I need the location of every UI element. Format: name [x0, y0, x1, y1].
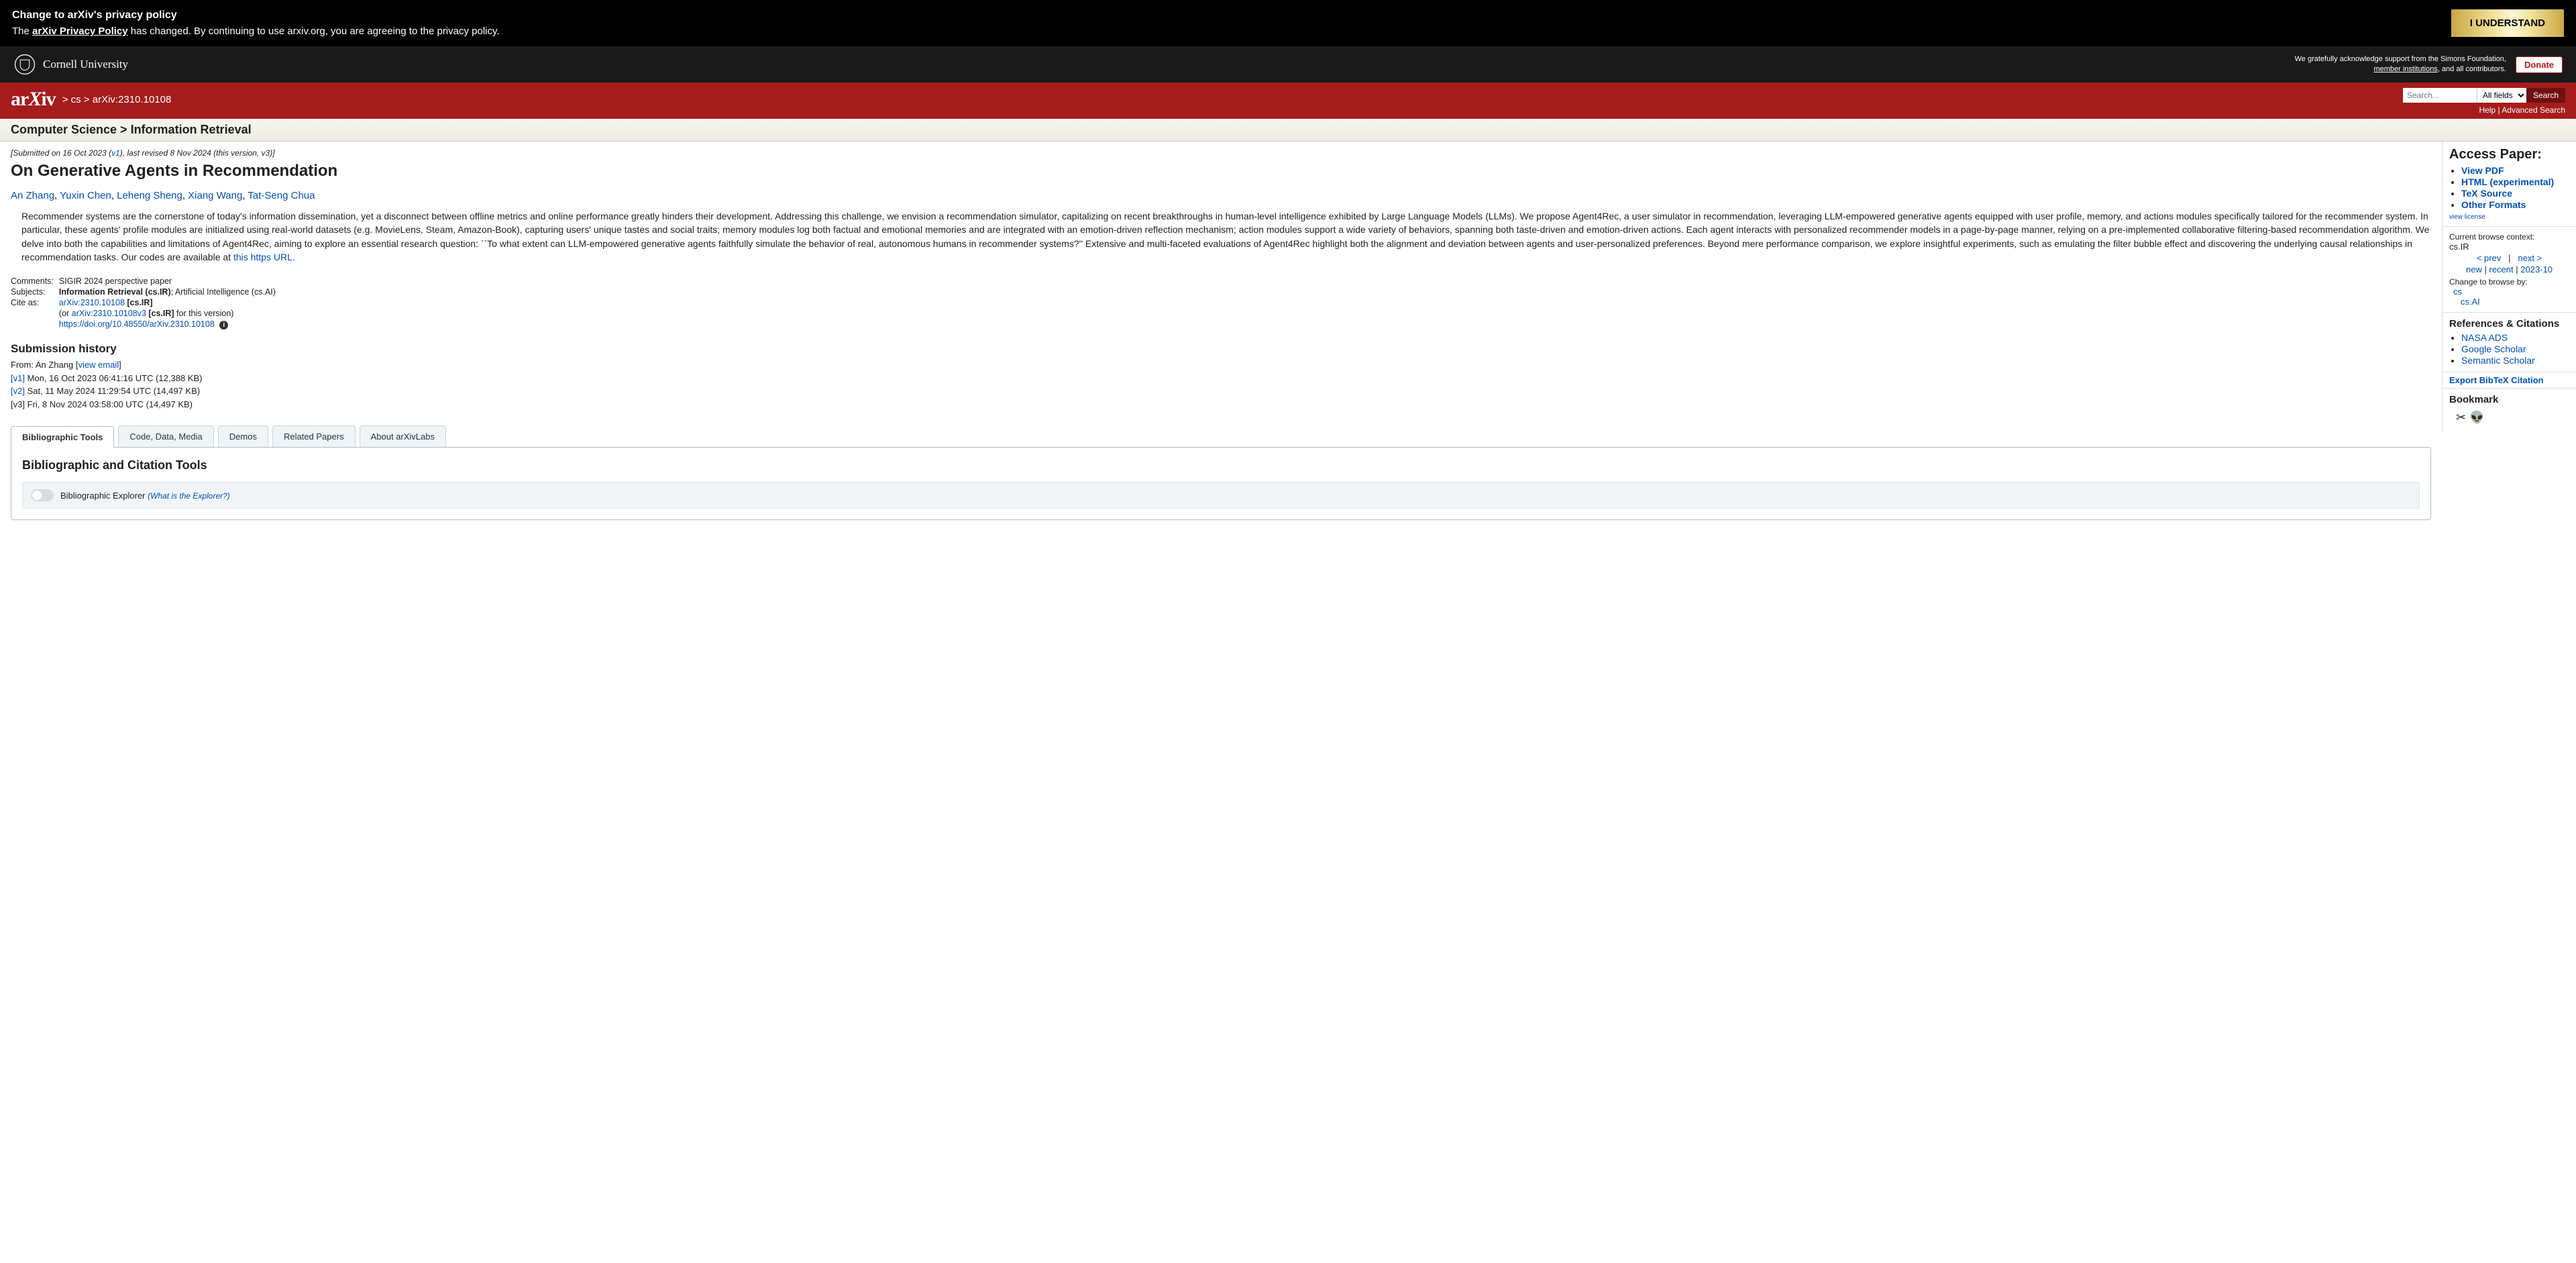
view-email-link[interactable]: view email — [78, 360, 119, 370]
breadcrumb: > cs > arXiv:2310.10108 — [62, 94, 172, 105]
advanced-search-link[interactable]: Advanced Search — [2502, 105, 2565, 115]
submission-history: From: An Zhang [view email] [v1] Mon, 16… — [11, 358, 2431, 411]
doi-link[interactable]: https://doi.org/10.48550/arXiv.2310.1010… — [59, 319, 215, 329]
breadcrumb-id: arXiv:2310.10108 — [93, 94, 172, 105]
help-link[interactable]: Help — [2479, 105, 2496, 115]
submission-history-heading: Submission history — [11, 342, 2431, 356]
tab-about-arxivlabs[interactable]: About arXivLabs — [360, 425, 446, 447]
references-section: References & Citations NASA ADS Google S… — [2443, 313, 2576, 372]
bibliographic-explorer-toggle[interactable] — [31, 489, 54, 501]
arxiv-bar: arXiv > cs > arXiv:2310.10108 All fields… — [0, 83, 2576, 119]
what-is-explorer-link[interactable]: (What is the Explorer?) — [148, 491, 230, 501]
search-field-select[interactable]: All fields — [2477, 88, 2526, 103]
browse-cs-link[interactable]: cs — [2453, 287, 2462, 297]
content: [Submitted on 16 Oct 2023 (v1), last rev… — [0, 142, 2442, 527]
google-scholar-link[interactable]: Google Scholar — [2461, 344, 2526, 354]
view-pdf-link[interactable]: View PDF — [2461, 165, 2504, 176]
tab-bibliographic-tools[interactable]: Bibliographic Tools — [11, 426, 114, 448]
code-url-link[interactable]: this https URL — [233, 252, 292, 262]
author-link[interactable]: Leheng Sheng — [117, 190, 182, 201]
version-v3-label: [v3] — [11, 399, 25, 409]
version-v2-link[interactable]: [v2] — [11, 386, 25, 396]
next-link[interactable]: next > — [2518, 253, 2542, 263]
arxiv-id-link[interactable]: arXiv:2310.10108 — [59, 298, 125, 307]
reddit-icon[interactable]: 👽 — [2469, 411, 2484, 424]
authors: An Zhang, Yuxin Chen, Leheng Sheng, Xian… — [11, 190, 2431, 201]
v1-link[interactable]: v1 — [111, 148, 120, 158]
tex-source-link[interactable]: TeX Source — [2461, 188, 2512, 199]
privacy-text: Change to arXiv's privacy policy The arX… — [12, 9, 500, 37]
donate-button[interactable]: Donate — [2516, 56, 2563, 73]
export-bibtex-link[interactable]: Export BibTeX Citation — [2449, 375, 2544, 385]
abstract: Recommender systems are the cornerstone … — [21, 209, 2431, 264]
other-formats-link[interactable]: Other Formats — [2461, 199, 2526, 210]
sidebar: Access Paper: View PDF HTML (experimenta… — [2442, 142, 2576, 433]
tab-code-data-media[interactable]: Code, Data, Media — [118, 425, 213, 447]
privacy-title: Change to arXiv's privacy policy — [12, 9, 500, 21]
page-title: On Generative Agents in Recommendation — [11, 162, 2431, 181]
bookmark-section: Bookmark ✂ 👽 — [2443, 389, 2576, 433]
license-link[interactable]: view license — [2449, 213, 2485, 221]
cornell-name: Cornell University — [43, 58, 128, 71]
semantic-scholar-link[interactable]: Semantic Scholar — [2461, 355, 2535, 366]
search-input[interactable] — [2403, 88, 2477, 103]
recent-link[interactable]: recent — [2489, 264, 2514, 274]
member-institutions-link[interactable]: member institutions — [2373, 65, 2437, 73]
panel-title: Bibliographic and Citation Tools — [22, 458, 2420, 472]
author-link[interactable]: Yuxin Chen — [60, 190, 111, 201]
browse-csai-link[interactable]: cs.AI — [2461, 297, 2480, 307]
arxiv-logo[interactable]: arXiv — [11, 88, 56, 111]
author-link[interactable]: Xiang Wang — [188, 190, 242, 201]
table-row: https://doi.org/10.48550/arXiv.2310.1010… — [11, 319, 281, 330]
tab-related-papers[interactable]: Related Papers — [272, 425, 356, 447]
export-section: Export BibTeX Citation — [2443, 372, 2576, 389]
date-link[interactable]: 2023-10 — [2520, 264, 2553, 274]
author-link[interactable]: Tat-Seng Chua — [248, 190, 315, 201]
bibliographic-explorer-row: Bibliographic Explorer (What is the Expl… — [22, 482, 2420, 509]
tab-panel: Bibliographic and Citation Tools Bibliog… — [11, 447, 2431, 520]
cornell-header: Cornell University We gratefully acknowl… — [0, 46, 2576, 83]
bibsonomy-icon[interactable]: ✂ — [2456, 411, 2466, 424]
table-row: Subjects: Information Retrieval (cs.IR);… — [11, 287, 281, 297]
understand-button[interactable]: I UNDERSTAND — [2451, 9, 2564, 37]
access-section: Access Paper: View PDF HTML (experimenta… — [2443, 142, 2576, 227]
prev-link[interactable]: < prev — [2477, 253, 2502, 263]
breadcrumb-cs[interactable]: cs — [71, 94, 81, 105]
context-value: cs.IR — [2449, 242, 2569, 252]
submission-line: [Submitted on 16 Oct 2023 (v1), last rev… — [11, 148, 2431, 158]
cornell-seal-icon — [13, 53, 36, 76]
version-v1-link[interactable]: [v1] — [11, 373, 25, 383]
table-row: (or arXiv:2310.10108v3 [cs.IR] for this … — [11, 308, 281, 319]
table-row: Comments: SIGIR 2024 perspective paper — [11, 276, 281, 287]
search-form: All fields Search — [2403, 88, 2565, 103]
author-link[interactable]: An Zhang — [11, 190, 54, 201]
new-link[interactable]: new — [2466, 264, 2482, 274]
view-html-link[interactable]: HTML (experimental) — [2461, 176, 2554, 187]
privacy-policy-link[interactable]: arXiv Privacy Policy — [32, 26, 128, 37]
metadata-table: Comments: SIGIR 2024 perspective paper S… — [11, 276, 281, 330]
tab-demos[interactable]: Demos — [218, 425, 268, 447]
info-icon[interactable]: i — [219, 321, 228, 330]
arxiv-version-link[interactable]: arXiv:2310.10108v3 — [72, 309, 146, 318]
nasa-ads-link[interactable]: NASA ADS — [2461, 332, 2508, 343]
acknowledgement-text: We gratefully acknowledge support from t… — [2295, 54, 2506, 75]
privacy-banner: Change to arXiv's privacy policy The arX… — [0, 0, 2576, 46]
cornell-logo[interactable]: Cornell University — [13, 53, 128, 76]
search-button[interactable]: Search — [2526, 88, 2565, 103]
table-row: Cite as: arXiv:2310.10108 [cs.IR] — [11, 297, 281, 308]
category-header: Computer Science > Information Retrieval — [0, 119, 2576, 142]
browse-context-section: Current browse context: cs.IR < prev | n… — [2443, 227, 2576, 313]
tabs-container: Bibliographic Tools Code, Data, Media De… — [11, 425, 2431, 520]
